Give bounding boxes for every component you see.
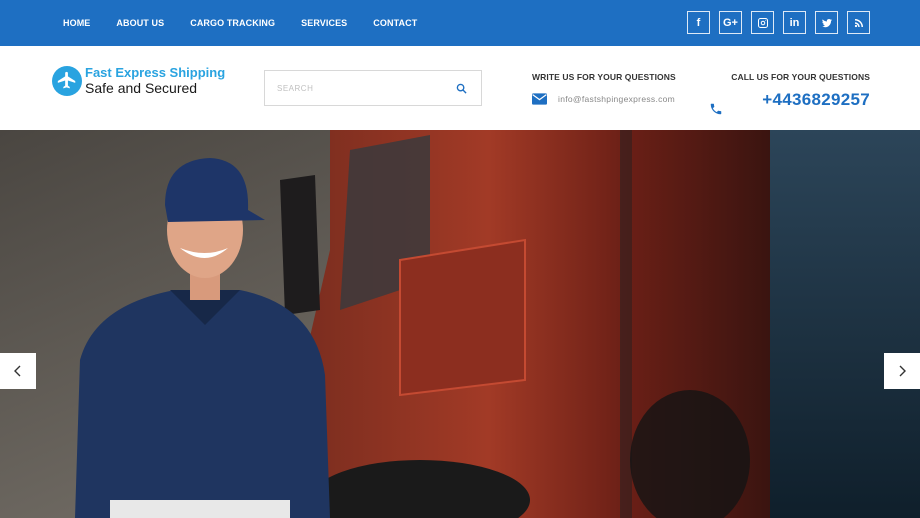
envelope-icon [532,93,547,105]
search-input[interactable] [275,72,441,104]
logo-line-2: Safe and Secured [85,80,198,96]
call-us-title: CALL US FOR YOUR QUESTIONS [731,72,870,82]
rss-icon[interactable] [847,11,870,34]
nav-home[interactable]: HOME [63,18,90,28]
facebook-icon[interactable]: f [687,11,710,34]
chevron-right-icon [899,365,906,377]
social-links: f G+ in [678,11,870,34]
phone-contact: CALL US FOR YOUR QUESTIONS +4436829257 [710,72,870,115]
nav-cargo-tracking[interactable]: CARGO TRACKING [190,18,275,28]
google-plus-icon[interactable]: G+ [719,11,742,34]
plane-globe-icon [52,65,82,96]
nav-contact[interactable]: CONTACT [373,18,417,28]
twitter-icon[interactable] [815,11,838,34]
contact-phone[interactable]: +4436829257 [762,90,870,110]
write-us-title: WRITE US FOR YOUR QUESTIONS [532,72,676,82]
logo-text: Fast Express Shipping Safe and Secured [85,65,225,96]
hero-slider [0,130,920,518]
main-nav: HOME ABOUT US CARGO TRACKING SERVICES CO… [63,0,443,46]
contact-email[interactable]: info@fastshpingexpress.com [558,94,675,104]
next-slide-button[interactable] [884,353,920,389]
search-button[interactable] [441,83,481,94]
instagram-icon[interactable] [751,11,774,34]
top-bar: HOME ABOUT US CARGO TRACKING SERVICES CO… [0,0,920,46]
site-header: Fast Express Shipping Safe and Secured W… [0,46,920,130]
email-contact: WRITE US FOR YOUR QUESTIONS info@fastshp… [532,72,676,105]
search-icon [456,83,467,94]
nav-about-us[interactable]: ABOUT US [116,18,164,28]
site-logo[interactable]: Fast Express Shipping Safe and Secured [52,65,225,96]
phone-icon [710,103,722,115]
hero-image [0,130,920,518]
search-box [264,70,482,106]
prev-slide-button[interactable] [0,353,36,389]
chevron-left-icon [14,365,21,377]
logo-line-1: Fast Express Shipping [85,65,226,80]
linkedin-icon[interactable]: in [783,11,806,34]
nav-services[interactable]: SERVICES [301,18,347,28]
